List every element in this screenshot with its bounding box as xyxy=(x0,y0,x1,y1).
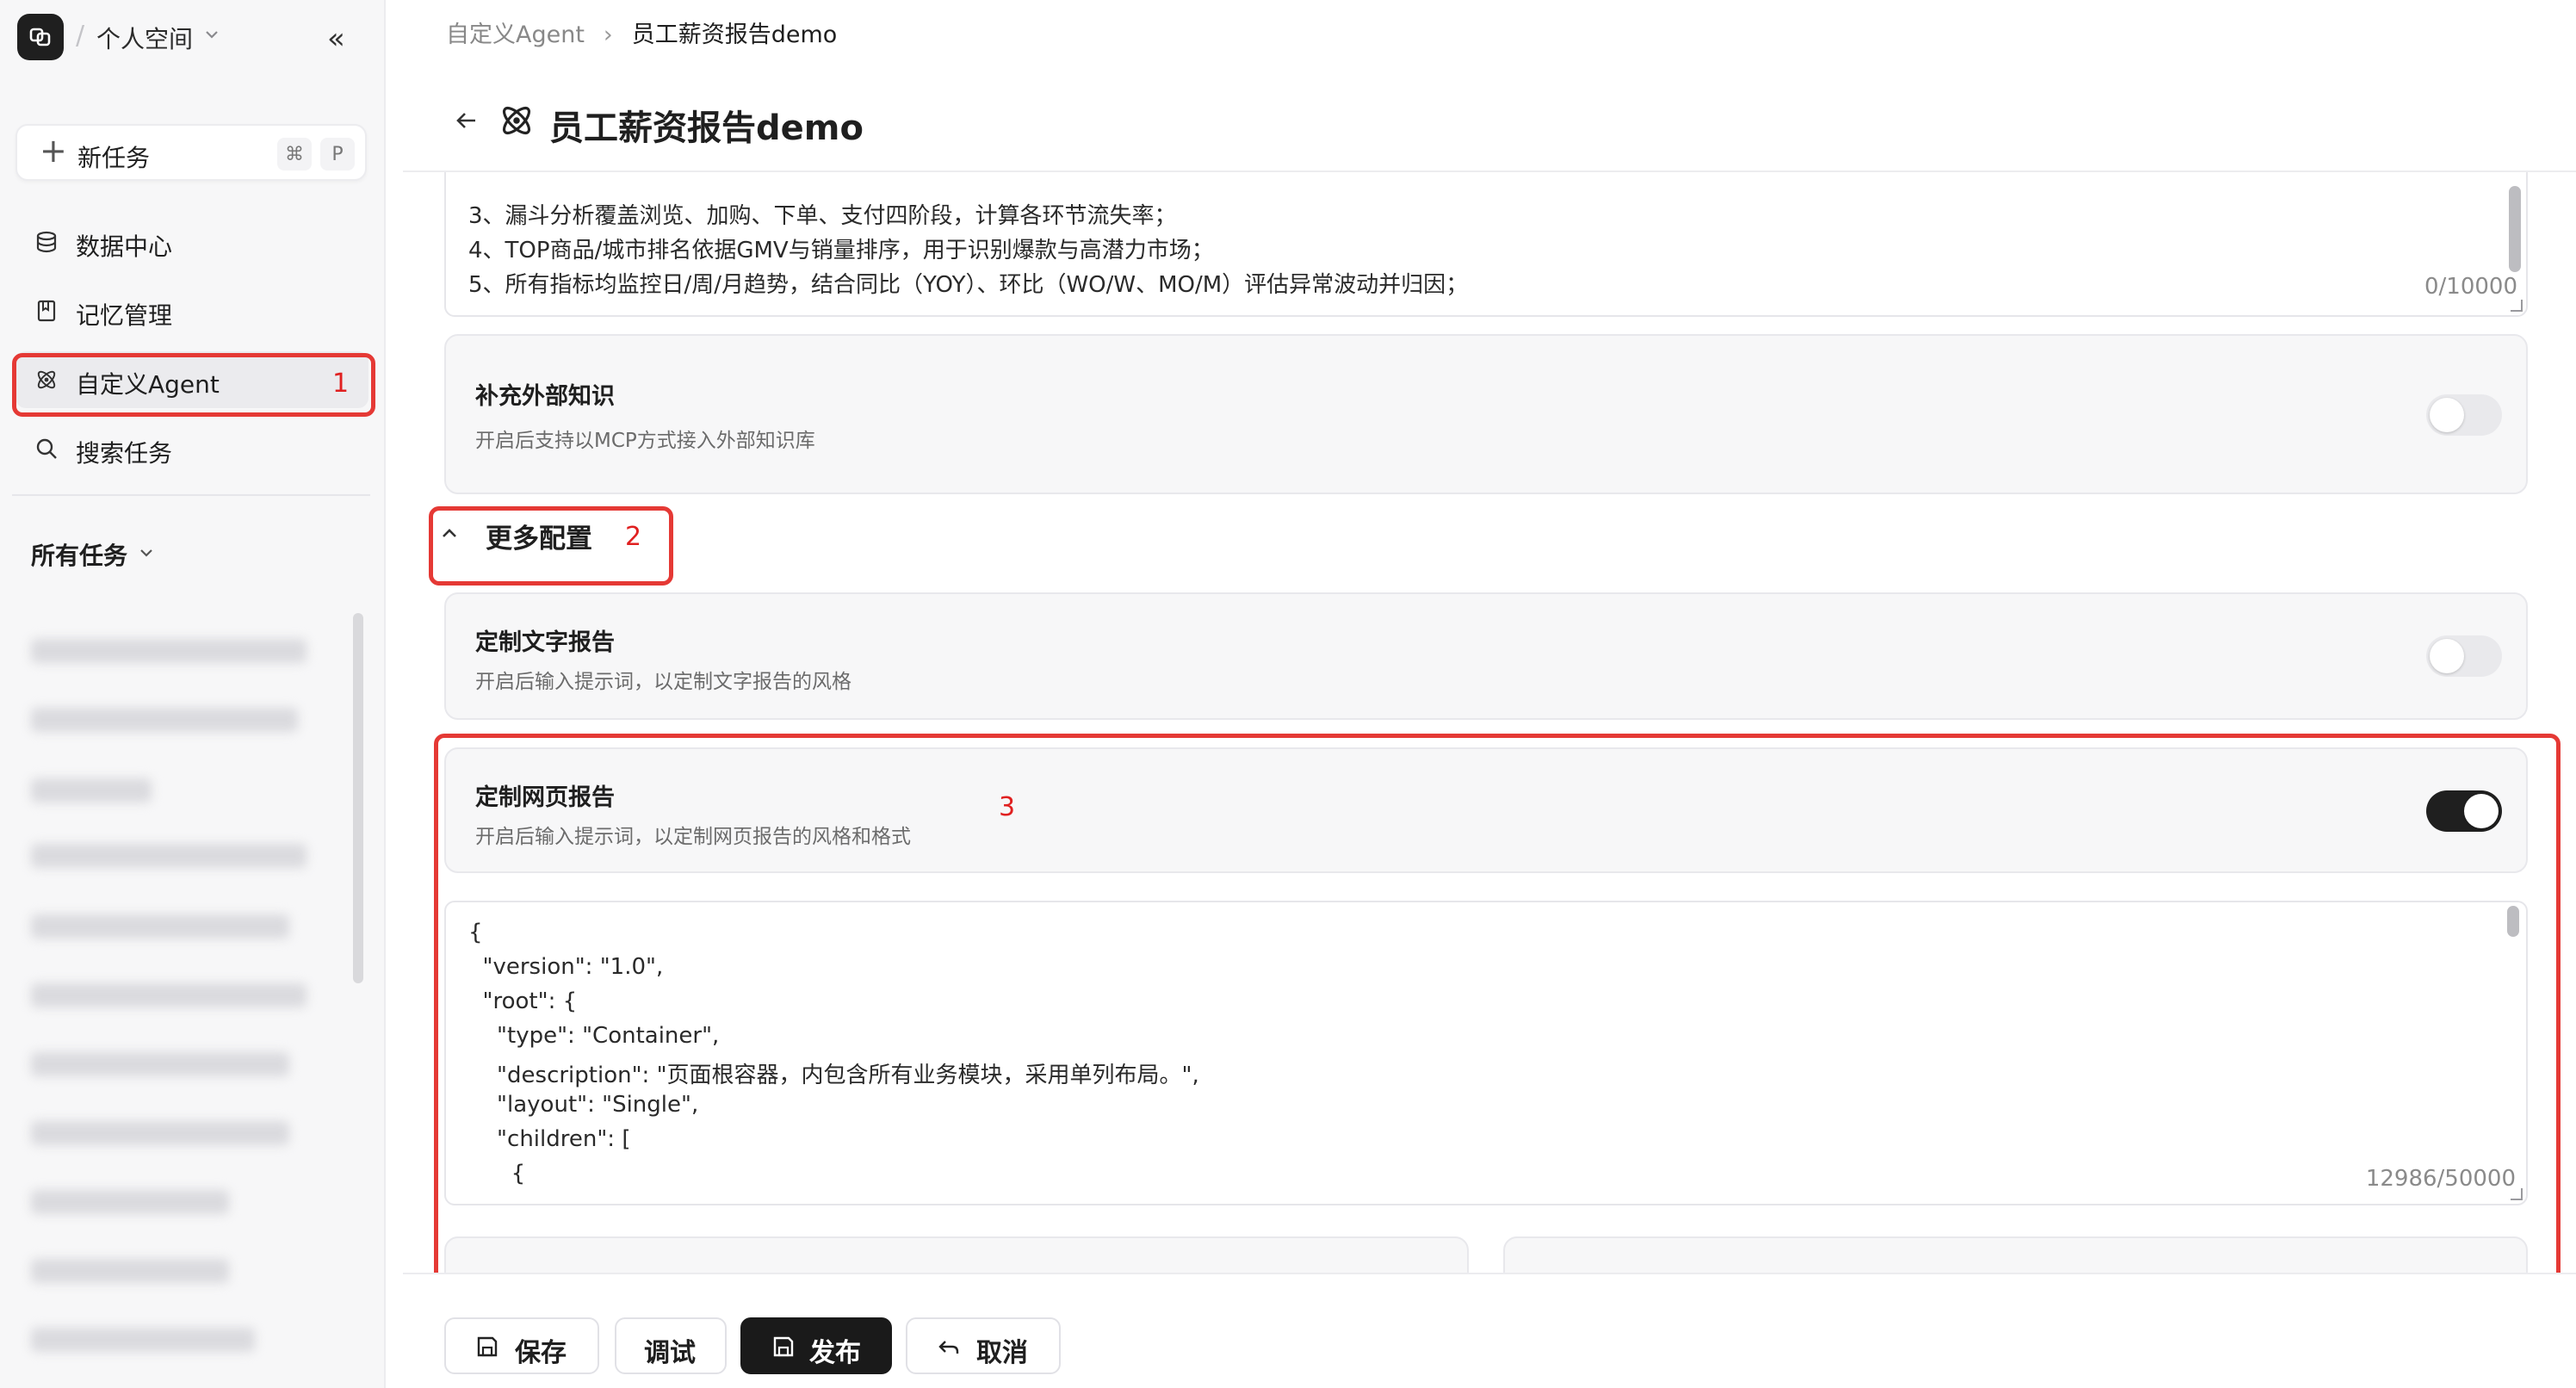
sidebar-item-label: 搜索任务 xyxy=(76,439,173,468)
breadcrumb-parent[interactable]: 自定义Agent xyxy=(446,22,585,48)
rules-line: 5、所有指标均监控日/周/月趋势，结合同比（YOY）、环比（WO/W、MO/M）… xyxy=(468,272,1469,298)
chevron-down-icon[interactable] xyxy=(138,544,155,565)
rules-line: 3、漏斗分析覆盖浏览、加购、下单、支付四阶段，计算各环节流失率； xyxy=(468,203,1177,229)
breadcrumb: 自定义Agent › 员工薪资报告demo xyxy=(446,15,837,49)
task-list-item[interactable] xyxy=(31,983,307,1007)
task-list-item[interactable] xyxy=(31,1190,229,1214)
card-title: 补充外部知识 xyxy=(475,383,615,410)
task-list-item[interactable] xyxy=(31,708,298,732)
debug-label: 调试 xyxy=(644,1338,696,1368)
external-knowledge-card: 补充外部知识 开启后支持以MCP方式接入外部知识库 xyxy=(444,334,2528,494)
sidebar-item-label: 数据中心 xyxy=(76,232,173,261)
task-list-item[interactable] xyxy=(31,639,307,663)
book-icon xyxy=(34,299,59,323)
form-scroll-area[interactable]: 3、漏斗分析覆盖浏览、加购、下单、支付四阶段，计算各环节流失率； 4、TOP商品… xyxy=(403,172,2576,1274)
page-title: 员工薪资报告demo xyxy=(549,108,864,148)
task-list-item[interactable] xyxy=(31,1121,289,1145)
textarea-scrollbar[interactable] xyxy=(2509,186,2521,272)
task-list-item[interactable] xyxy=(31,844,307,868)
shortcut-p-key: P xyxy=(320,138,355,170)
cancel-label: 取消 xyxy=(976,1338,1028,1368)
save-label: 保存 xyxy=(515,1338,567,1368)
text-report-toggle[interactable] xyxy=(2426,635,2502,677)
all-tasks-label[interactable]: 所有任务 xyxy=(31,537,127,572)
collapse-sidebar-icon[interactable]: « xyxy=(327,24,345,53)
task-list-item[interactable] xyxy=(31,914,289,939)
back-arrow-icon[interactable] xyxy=(453,107,480,138)
partial-card-left xyxy=(444,1236,1469,1274)
sidebar-item-label: 记忆管理 xyxy=(76,301,173,330)
text-report-card: 定制文字报告 开启后输入提示词，以定制文字报告的风格 xyxy=(444,592,2528,720)
publish-label: 发布 xyxy=(809,1338,861,1368)
save-button[interactable]: 保存 xyxy=(444,1317,599,1374)
task-list-item[interactable] xyxy=(31,778,152,802)
workspace-separator: / xyxy=(76,21,85,51)
toggle-knob xyxy=(2430,639,2464,673)
sidebar: / 个人空间 « + 新任务 ⌘ P 数据中心 记忆管理 自定义Agent 1 … xyxy=(0,0,386,1388)
sidebar-divider xyxy=(12,494,370,496)
breadcrumb-separator: › xyxy=(603,22,613,48)
task-list-item[interactable] xyxy=(31,1328,255,1352)
debug-button[interactable]: 调试 xyxy=(615,1317,727,1374)
external-knowledge-toggle[interactable] xyxy=(2426,394,2502,436)
card-description: 开启后输入提示词，以定制文字报告的风格 xyxy=(475,671,851,693)
save-icon xyxy=(475,1335,499,1362)
cancel-button[interactable]: 取消 xyxy=(906,1317,1061,1374)
shortcut-cmd-key: ⌘ xyxy=(277,138,312,170)
partial-card-right xyxy=(1503,1236,2528,1274)
main-content: 自定义Agent › 员工薪资报告demo 员工薪资报告demo 3、漏斗分析覆盖浏… xyxy=(403,0,2576,1388)
sidebar-item-data-center[interactable]: 数据中心 xyxy=(15,214,368,270)
toggle-knob xyxy=(2430,398,2464,432)
publish-button[interactable]: 发布 xyxy=(740,1317,892,1374)
new-task-button[interactable]: + 新任务 ⌘ P xyxy=(15,124,367,181)
chevron-down-icon[interactable] xyxy=(203,26,220,46)
undo-arrow-icon xyxy=(937,1335,961,1362)
resize-handle-icon[interactable] xyxy=(2511,300,2523,312)
task-list-item[interactable] xyxy=(31,1052,289,1076)
breadcrumb-current: 员工薪资报告demo xyxy=(631,22,838,48)
new-task-label: 新任务 xyxy=(77,144,151,172)
rules-textarea[interactable]: 3、漏斗分析覆盖浏览、加购、下单、支付四阶段，计算各环节流失率； 4、TOP商品… xyxy=(444,172,2528,317)
annotation-box-1 xyxy=(12,353,375,417)
annotation-box-3 xyxy=(434,734,2561,1274)
sidebar-item-memory[interactable]: 记忆管理 xyxy=(15,282,368,339)
sidebar-item-search-tasks[interactable]: 搜索任务 xyxy=(15,420,368,477)
workspace-logo-icon[interactable] xyxy=(17,14,64,60)
workspace-name[interactable]: 个人空间 xyxy=(96,21,193,55)
card-title: 定制文字报告 xyxy=(475,629,615,656)
sidebar-scrollbar[interactable] xyxy=(353,613,363,983)
footer-divider xyxy=(403,1273,2576,1274)
atom-icon xyxy=(498,102,536,143)
annotation-number-1: 1 xyxy=(332,369,350,399)
plus-icon: + xyxy=(40,132,67,170)
annotation-number-2: 2 xyxy=(625,522,642,552)
task-list-item[interactable] xyxy=(31,1259,229,1283)
save-icon xyxy=(771,1335,796,1362)
char-counter: 0/10000 xyxy=(2424,274,2517,300)
database-icon xyxy=(34,230,59,254)
search-icon xyxy=(34,437,59,461)
card-description: 开启后支持以MCP方式接入外部知识库 xyxy=(475,430,815,452)
rules-line: 4、TOP商品/城市排名依据GMV与销量排序，用于识别爆款与高潜力市场； xyxy=(468,238,1214,263)
